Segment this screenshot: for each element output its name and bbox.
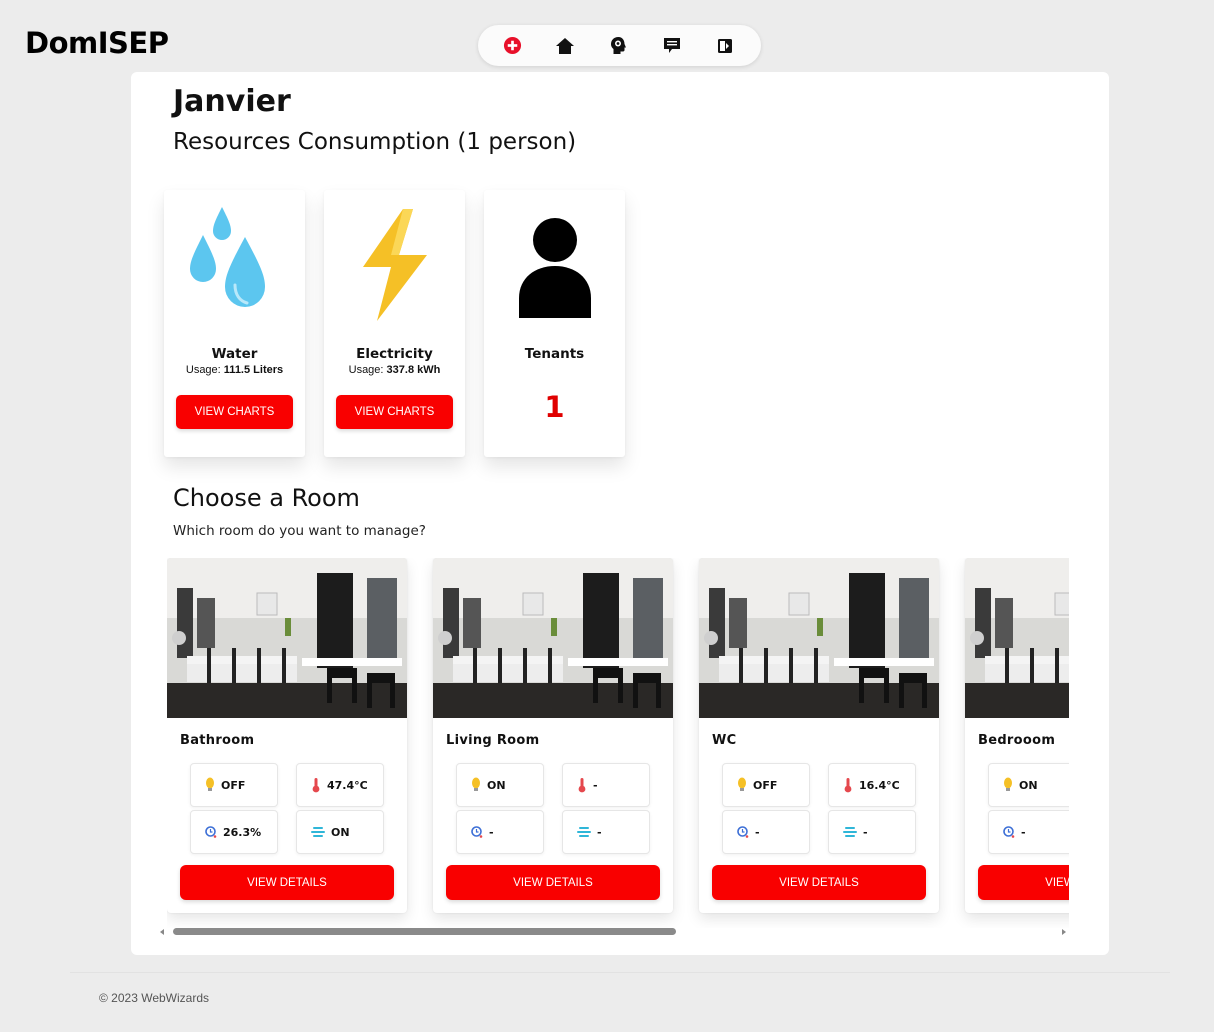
view-details-button[interactable]: VIEW DETAILS xyxy=(712,865,926,900)
room-card: Bedrooom ON - - - VIEW DETAILS xyxy=(965,558,1069,913)
logout-icon[interactable] xyxy=(715,36,735,56)
room-card: Bathroom OFF 47.4°C 26.3% ON VIEW DETAIL… xyxy=(167,558,407,913)
humidity-tile[interactable]: - xyxy=(988,810,1069,854)
humidity-value: - xyxy=(755,825,760,839)
water-usage-value: 111.5 Liters xyxy=(223,364,284,376)
humidity-tile[interactable]: 26.3% xyxy=(190,810,278,854)
thermometer-icon xyxy=(844,778,852,793)
view-details-button[interactable]: VIEW DETAILS xyxy=(978,865,1069,900)
top-nav xyxy=(478,25,761,66)
water-drops-icon xyxy=(164,200,305,330)
light-bulb-icon xyxy=(206,777,214,791)
humidity-gauge-icon xyxy=(1003,826,1015,838)
footer-divider xyxy=(70,972,1170,973)
thermometer-icon xyxy=(312,778,320,793)
tenants-count: 1 xyxy=(544,390,565,424)
consumption-heading: Resources Consumption (1 person) xyxy=(173,129,577,155)
electricity-card: Electricity Usage: 337.8 kWh VIEW CHARTS xyxy=(324,190,465,457)
room-photo xyxy=(699,558,939,718)
air-fan-icon xyxy=(843,827,857,837)
message-icon[interactable] xyxy=(662,36,682,56)
temperature-tile[interactable]: 47.4°C xyxy=(296,763,384,807)
water-view-charts-button[interactable]: VIEW CHARTS xyxy=(176,395,293,429)
light-bulb-icon xyxy=(1004,777,1012,791)
room-photo xyxy=(167,558,407,718)
view-details-button[interactable]: VIEW DETAILS xyxy=(446,865,660,900)
humidity-gauge-icon xyxy=(205,826,217,838)
water-title: Water xyxy=(211,346,258,362)
light-status-tile[interactable]: ON xyxy=(988,763,1069,807)
humidity-value: - xyxy=(489,825,494,839)
light-status-value: OFF xyxy=(753,778,778,792)
electricity-usage: Usage: 337.8 kWh xyxy=(348,364,441,376)
room-name: Bedrooom xyxy=(978,733,1056,748)
air-status-value: - xyxy=(597,825,602,839)
air-fan-icon xyxy=(311,827,325,837)
temperature-tile[interactable]: 16.4°C xyxy=(828,763,916,807)
scroll-right-arrow-icon[interactable] xyxy=(1062,929,1066,935)
light-bulb-icon xyxy=(472,777,480,791)
light-status-value: ON xyxy=(487,778,506,792)
light-bulb-icon xyxy=(738,777,746,791)
main-content-panel: Janvier Resources Consumption (1 person)… xyxy=(131,72,1109,955)
humidity-gauge-icon xyxy=(737,826,749,838)
brand-logo-text: DomISEP xyxy=(25,26,169,60)
horizontal-scrollbar[interactable] xyxy=(157,927,1069,939)
room-photo xyxy=(965,558,1069,718)
humidity-gauge-icon xyxy=(471,826,483,838)
light-status-tile[interactable]: OFF xyxy=(190,763,278,807)
light-status-tile[interactable]: ON xyxy=(456,763,544,807)
humidity-tile[interactable]: - xyxy=(722,810,810,854)
humidity-value: 26.3% xyxy=(223,825,262,839)
room-name: WC xyxy=(712,733,737,748)
idea-head-icon[interactable] xyxy=(609,36,629,56)
temperature-value: 16.4°C xyxy=(859,778,900,792)
thermometer-icon xyxy=(578,778,586,793)
air-fan-icon xyxy=(577,827,591,837)
electricity-usage-value: 337.8 kWh xyxy=(386,364,441,376)
electricity-title: Electricity xyxy=(356,346,433,362)
room-name: Living Room xyxy=(446,733,540,748)
air-status-value: ON xyxy=(331,825,350,839)
air-status-value: - xyxy=(863,825,868,839)
tenants-card: Tenants 1 xyxy=(484,190,625,457)
temperature-value: - xyxy=(593,778,598,792)
temperature-value: 47.4°C xyxy=(327,778,368,792)
scroll-left-arrow-icon[interactable] xyxy=(160,929,164,935)
room-card: WC OFF 16.4°C - - VIEW DETAILS xyxy=(699,558,939,913)
home-icon[interactable] xyxy=(555,36,575,56)
air-tile[interactable]: ON xyxy=(296,810,384,854)
choose-room-heading: Choose a Room xyxy=(173,484,360,512)
choose-room-subtitle: Which room do you want to manage? xyxy=(173,523,426,539)
person-icon xyxy=(484,200,625,330)
rooms-carousel[interactable]: Bathroom OFF 47.4°C 26.3% ON VIEW DETAIL… xyxy=(167,558,1069,928)
humidity-value: - xyxy=(1021,825,1026,839)
humidity-tile[interactable]: - xyxy=(456,810,544,854)
water-card: Water Usage: 111.5 Liters VIEW CHARTS xyxy=(164,190,305,457)
tenants-title: Tenants xyxy=(524,346,585,362)
room-card: Living Room ON - - - VIEW DETAILS xyxy=(433,558,673,913)
air-tile[interactable]: - xyxy=(562,810,650,854)
temperature-tile[interactable]: - xyxy=(562,763,650,807)
room-photo xyxy=(433,558,673,718)
light-status-value: OFF xyxy=(221,778,246,792)
light-status-value: ON xyxy=(1019,778,1038,792)
light-status-tile[interactable]: OFF xyxy=(722,763,810,807)
scrollbar-thumb[interactable] xyxy=(173,928,676,935)
air-tile[interactable]: - xyxy=(828,810,916,854)
electricity-view-charts-button[interactable]: VIEW CHARTS xyxy=(336,395,453,429)
lightning-bolt-icon xyxy=(324,200,465,330)
page-title: Janvier xyxy=(173,84,291,119)
view-details-button[interactable]: VIEW DETAILS xyxy=(180,865,394,900)
water-usage: Usage: 111.5 Liters xyxy=(185,364,284,376)
room-name: Bathroom xyxy=(180,733,255,748)
footer-copyright: © 2023 WebWizards xyxy=(99,991,209,1005)
add-circle-icon[interactable] xyxy=(502,36,522,56)
